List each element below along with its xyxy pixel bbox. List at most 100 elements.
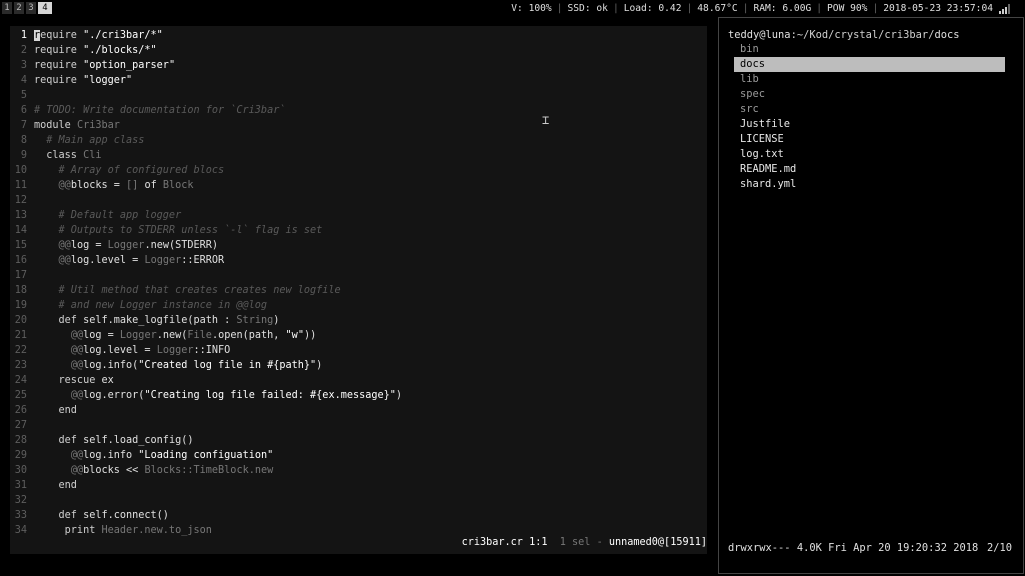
- code-line[interactable]: 18 # Util method that creates creates ne…: [10, 283, 707, 298]
- line-number: 14: [14, 225, 27, 236]
- code-line[interactable]: 29 @@log.info "Loading configuation": [10, 448, 707, 463]
- file-list[interactable]: bin docs lib spec src Justfile LICENSE log.txt R…: [734, 42, 1005, 192]
- code-token: "Created log file in #{path}": [138, 360, 317, 371]
- line-number: 25: [14, 390, 27, 401]
- code-line[interactable]: 10 # Array of configured blocs: [10, 163, 707, 178]
- directory-entry[interactable]: lib: [734, 72, 1005, 87]
- code-token: def: [34, 510, 84, 521]
- code-line[interactable]: 5: [10, 88, 707, 103]
- temperature-status: 48.67°C: [697, 3, 738, 14]
- code-line[interactable]: 17: [10, 268, 707, 283]
- code-line[interactable]: 9 class Cli: [10, 148, 707, 163]
- power-status: POW 90%: [827, 3, 868, 14]
- code-token: # Util method that creates creates new l…: [34, 285, 341, 296]
- cursor-position: 1:1: [529, 537, 548, 548]
- workspace-1-button[interactable]: 1: [2, 2, 12, 14]
- client-session: unnamed0@[15911]: [608, 537, 707, 548]
- code-token: # Default app logger: [34, 210, 182, 221]
- code-line[interactable]: 1 require "./cri3bar/*": [10, 28, 707, 43]
- code-line[interactable]: 28 def self.load_config(): [10, 433, 707, 448]
- code-line[interactable]: 24 rescue ex: [10, 373, 707, 388]
- code-buffer[interactable]: 1 require "./cri3bar/*" 2 require "./blocks…: [10, 28, 707, 538]
- code-token: .new(STDERR): [144, 240, 219, 251]
- line-number: 32: [14, 495, 27, 506]
- code-line[interactable]: 22 @@log.level = Logger::INFO: [10, 343, 707, 358]
- code-line[interactable]: 16 @@log.level = Logger::ERROR: [10, 253, 707, 268]
- file-entry[interactable]: README.md: [734, 162, 1005, 177]
- code-token: equire: [40, 30, 84, 41]
- line-number: 16: [14, 255, 27, 266]
- code-token: print: [34, 525, 102, 536]
- code-line[interactable]: 25 @@log.error("Creating log file failed…: [10, 388, 707, 403]
- workspace-2-button[interactable]: 2: [14, 2, 24, 14]
- code-token: log.error(: [83, 390, 145, 401]
- code-editor-window[interactable]: 1 require "./cri3bar/*" 2 require "./blocks…: [10, 26, 707, 554]
- code-line[interactable]: 6 # TODO: Write documentation for `Cri3ba…: [10, 103, 707, 118]
- code-line[interactable]: 31 end: [10, 478, 707, 493]
- file-entry[interactable]: shard.yml: [734, 177, 1005, 192]
- workspace-3-button[interactable]: 3: [26, 2, 36, 14]
- code-token: # Array of configured blocs: [34, 165, 225, 176]
- file-position-counter: 2/10: [986, 542, 1012, 554]
- code-line[interactable]: 23 @@log.info("Created log file in #{pat…: [10, 358, 707, 373]
- code-line[interactable]: 27: [10, 418, 707, 433]
- code-token: blocks =: [70, 180, 127, 191]
- code-token: @@: [70, 345, 84, 356]
- code-line[interactable]: 2 require "./blocks/*": [10, 43, 707, 58]
- wifi-signal-icon: [999, 4, 1010, 14]
- code-line[interactable]: 21 @@log = Logger.new(File.open(path, "w…: [10, 328, 707, 343]
- code-line[interactable]: 13 # Default app logger: [10, 208, 707, 223]
- file-manager-window[interactable]: teddy@luna:~/Kod/crystal/cri3bar/docs bi…: [718, 17, 1024, 574]
- code-line[interactable]: 14 # Outputs to STDERR unless `-l` flag …: [10, 223, 707, 238]
- code-token: log.info: [83, 450, 139, 461]
- file-manager-status-line: drwxrwx--- 4.0K Fri Apr 20 19:20:32 2018…: [728, 541, 1012, 555]
- code-token: # and new Logger instance in @@log: [34, 300, 268, 311]
- code-token: Blocks::TimeBlock.new: [144, 465, 274, 476]
- directory-entry[interactable]: bin: [734, 42, 1005, 57]
- code-token: "option_parser": [83, 60, 176, 71]
- file-manager-path: teddy@luna:~/Kod/crystal/cri3bar/docs: [728, 28, 959, 42]
- code-line[interactable]: 4 require "logger": [10, 73, 707, 88]
- line-number: 30: [14, 465, 27, 476]
- code-token: @@: [58, 180, 71, 191]
- line-number: 29: [14, 450, 27, 461]
- line-number: 26: [14, 405, 27, 416]
- code-line[interactable]: 20 def self.make_logfile(path : String): [10, 313, 707, 328]
- code-token: "./cri3bar/*": [83, 30, 163, 41]
- ram-status: RAM: 6.00G: [753, 3, 812, 14]
- directory-entry[interactable]: docs: [734, 57, 1005, 72]
- code-line[interactable]: 30 @@blocks << Blocks::TimeBlock.new: [10, 463, 707, 478]
- path-dir: :~/Kod/crystal/cri3bar/: [790, 29, 935, 41]
- code-line[interactable]: 32: [10, 493, 707, 508]
- code-token: Logger: [107, 240, 145, 251]
- code-line[interactable]: 8 # Main app class: [10, 133, 707, 148]
- code-line[interactable]: 15 @@log = Logger.new(STDERR): [10, 238, 707, 253]
- workspace-4-button[interactable]: 4: [38, 2, 52, 14]
- code-line[interactable]: 3 require "option_parser": [10, 58, 707, 73]
- code-token: @@: [70, 450, 84, 461]
- code-line[interactable]: 19 # and new Logger instance in @@log: [10, 298, 707, 313]
- code-token: self.load_config(): [83, 435, 194, 446]
- code-line[interactable]: 33 def self.connect(): [10, 508, 707, 523]
- code-line[interactable]: 7 module Cri3bar: [10, 118, 707, 133]
- file-entry[interactable]: log.txt: [734, 147, 1005, 162]
- code-line[interactable]: 26 end: [10, 403, 707, 418]
- code-token: "Creating log file failed: #{ex.message}…: [144, 390, 396, 401]
- line-number: 12: [14, 195, 27, 206]
- code-line[interactable]: 12: [10, 193, 707, 208]
- code-token: ex: [101, 375, 114, 386]
- file-entry[interactable]: Justfile: [734, 117, 1005, 132]
- file-entry[interactable]: LICENSE: [734, 132, 1005, 147]
- directory-entry[interactable]: spec: [734, 87, 1005, 102]
- directory-entry[interactable]: src: [734, 102, 1005, 117]
- code-line[interactable]: 11 @@blocks = [] of Block: [10, 178, 707, 193]
- line-number: 20: [14, 315, 27, 326]
- line-number: 9: [20, 150, 27, 161]
- line-number: 2: [20, 45, 27, 56]
